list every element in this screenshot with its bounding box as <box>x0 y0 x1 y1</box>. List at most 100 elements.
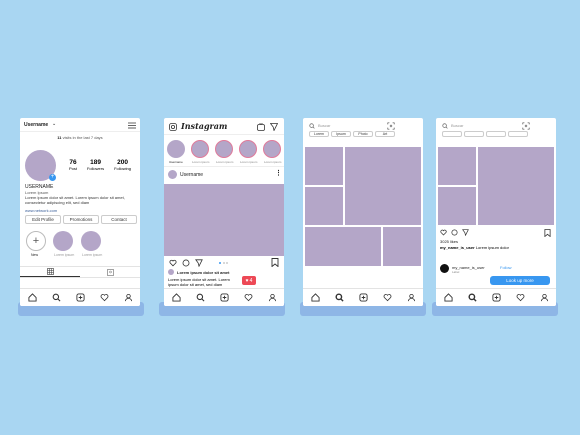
heart-icon: ♥ <box>245 277 249 284</box>
like-icon[interactable] <box>440 229 447 236</box>
explore-tile-large[interactable] <box>345 147 421 225</box>
scan-icon[interactable] <box>522 122 530 130</box>
search-icon <box>309 123 315 129</box>
story-label: Lorem ipsum <box>240 160 258 164</box>
add-post-icon[interactable] <box>75 293 85 302</box>
igtv-icon[interactable] <box>257 123 265 131</box>
search-icon[interactable] <box>334 293 344 302</box>
contact-button[interactable]: Contact <box>101 215 137 224</box>
filter-chip[interactable]: Lorem <box>309 131 329 137</box>
post-author-avatar[interactable] <box>168 170 177 179</box>
scan-icon[interactable] <box>387 122 395 130</box>
filter-chip[interactable]: Photo <box>353 131 373 137</box>
likes-count[interactable]: 3025 likes <box>440 239 458 244</box>
highlight-label: New <box>31 253 39 257</box>
grid-tab[interactable] <box>20 267 80 277</box>
profile-stats: 76 Post 189 Followers 200 Following <box>64 159 136 171</box>
story-avatar[interactable] <box>263 140 281 158</box>
filter-chip[interactable]: Art <box>375 131 395 137</box>
comment-icon[interactable] <box>451 229 458 236</box>
story-avatar[interactable] <box>239 140 257 158</box>
search-input[interactable]: Buscar <box>318 123 330 128</box>
story-avatar[interactable] <box>215 140 233 158</box>
add-post-icon[interactable] <box>358 293 368 302</box>
visits-insight[interactable]: 11 visits in the last 7 days <box>20 135 140 140</box>
bookmark-icon[interactable] <box>544 229 551 237</box>
stat-following[interactable]: 200 Following <box>114 159 131 171</box>
bottom-nav <box>164 288 284 306</box>
heart-icon[interactable] <box>383 293 392 302</box>
caption-username[interactable]: my_name_is_user <box>440 245 475 250</box>
follow-button[interactable]: Follow <box>500 265 512 270</box>
explore-tile-large[interactable] <box>478 147 554 225</box>
filter-chip[interactable] <box>486 131 506 137</box>
more-options-icon[interactable]: ⋮ <box>275 169 282 177</box>
like-notification-badge[interactable]: ♥ 4 <box>242 276 256 285</box>
look-up-more-button[interactable]: Look up more <box>490 276 550 285</box>
camera-icon[interactable] <box>169 123 177 131</box>
account-avatar[interactable] <box>440 264 449 273</box>
home-icon[interactable] <box>443 293 453 302</box>
stat-followers[interactable]: 189 Followers <box>87 159 104 171</box>
divider <box>20 131 140 132</box>
menu-icon[interactable] <box>128 122 136 129</box>
edit-profile-button[interactable]: Edit Profile <box>25 215 61 224</box>
highlight-label: Lorem ipsum <box>54 253 75 257</box>
explore-tile[interactable] <box>438 187 476 225</box>
bookmark-icon[interactable] <box>271 258 279 267</box>
profile-link[interactable]: www.network.com <box>25 208 57 213</box>
profile-icon[interactable] <box>540 293 549 302</box>
caption: my_name_is_user Lorem ipsum dolor <box>440 245 509 250</box>
story-label: Lorem ipsum <box>264 160 282 164</box>
profile-icon[interactable] <box>407 293 416 302</box>
explore-tile[interactable] <box>438 147 476 185</box>
add-post-icon[interactable] <box>491 293 501 302</box>
like-icon[interactable] <box>169 259 177 267</box>
story-avatar[interactable] <box>191 140 209 158</box>
explore-tile[interactable] <box>305 187 343 225</box>
search-input[interactable]: Buscar <box>451 123 463 128</box>
tagged-tab[interactable] <box>80 267 140 277</box>
stat-posts[interactable]: 76 Post <box>69 159 77 171</box>
explore-tile[interactable] <box>305 147 343 185</box>
comment-icon[interactable] <box>182 259 190 267</box>
add-post-icon[interactable] <box>219 293 229 302</box>
divider <box>164 134 284 135</box>
home-icon[interactable] <box>27 293 37 302</box>
highlight-circle[interactable] <box>81 231 101 251</box>
promotions-button[interactable]: Promotions <box>63 215 99 224</box>
filter-chip[interactable] <box>508 131 528 137</box>
story-avatar[interactable] <box>167 140 185 158</box>
explore-tile-wide[interactable] <box>305 227 381 266</box>
heart-icon[interactable] <box>516 293 525 302</box>
visits-text: visits in the last 7 days <box>62 135 103 140</box>
search-icon[interactable] <box>196 293 205 302</box>
new-highlight-plus-icon[interactable]: + <box>26 231 46 251</box>
chevron-down-icon[interactable]: ⌄ <box>52 121 56 127</box>
filter-chip[interactable] <box>442 131 462 137</box>
grid-icon <box>46 268 54 275</box>
post-author-name[interactable]: Username <box>180 172 203 178</box>
home-icon[interactable] <box>171 293 181 302</box>
carousel-indicator <box>219 262 228 264</box>
add-story-plus-icon[interactable]: + <box>49 174 56 181</box>
direct-message-icon[interactable] <box>270 123 278 131</box>
home-icon[interactable] <box>310 293 320 302</box>
profile-icon[interactable] <box>268 293 277 302</box>
search-icon[interactable] <box>52 293 61 302</box>
profile-username-header[interactable]: Username <box>24 122 48 128</box>
share-icon[interactable] <box>195 259 203 267</box>
like-count: 4 <box>249 277 253 284</box>
heart-icon[interactable] <box>100 293 109 302</box>
heart-icon[interactable] <box>244 293 253 302</box>
share-icon[interactable] <box>462 229 469 236</box>
search-icon[interactable] <box>467 293 477 302</box>
post-image[interactable] <box>164 184 284 256</box>
tagged-icon <box>106 268 114 276</box>
filter-chip[interactable]: Ipsum <box>331 131 351 137</box>
filter-chip[interactable] <box>464 131 484 137</box>
profile-icon[interactable] <box>124 293 133 302</box>
highlight-circle[interactable] <box>53 231 73 251</box>
profile-screen: Username ⌄ 11 visits in the last 7 days … <box>20 118 140 306</box>
explore-tile[interactable] <box>383 227 421 266</box>
